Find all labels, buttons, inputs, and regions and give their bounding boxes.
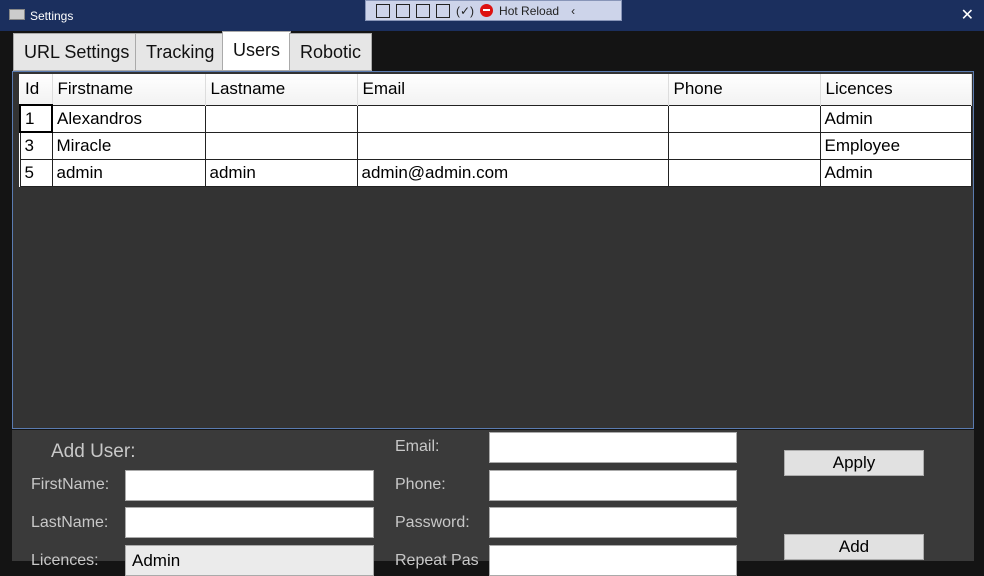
password-input[interactable] bbox=[489, 507, 737, 538]
tab-tracking[interactable]: Tracking bbox=[135, 33, 226, 71]
tab-robotic[interactable]: Robotic bbox=[289, 33, 373, 71]
close-button[interactable]: ✕ bbox=[961, 5, 974, 25]
repeat-password-label: Repeat Pas bbox=[395, 552, 479, 569]
firstname-label: FirstName: bbox=[31, 476, 110, 493]
tab-url-settings[interactable]: URL Settings bbox=[13, 33, 141, 71]
column-header-id[interactable]: Id bbox=[20, 74, 53, 105]
add-button[interactable]: Add bbox=[784, 534, 924, 560]
cell-lastname[interactable] bbox=[204, 131, 358, 160]
lastname-input[interactable] bbox=[125, 507, 374, 538]
track-focus-icon[interactable] bbox=[436, 3, 450, 18]
cell-licences[interactable]: Admin bbox=[819, 104, 972, 133]
window-title: Settings bbox=[30, 9, 74, 23]
email-label: Email: bbox=[395, 438, 440, 455]
licences-label: Licences: bbox=[31, 552, 99, 569]
cell-firstname[interactable]: Alexandros bbox=[51, 104, 206, 133]
table-row[interactable]: 5 admin admin admin@admin.com Admin bbox=[19, 158, 972, 187]
hot-reload-button[interactable]: Hot Reload bbox=[499, 4, 559, 18]
firstname-input[interactable] bbox=[125, 470, 374, 501]
binding-failures-icon[interactable]: (✓) bbox=[456, 4, 474, 18]
users-table: Id Firstname Lastname Email Phone Licenc… bbox=[19, 74, 972, 187]
tab-users[interactable]: Users bbox=[222, 31, 292, 71]
collapse-toolbar-button[interactable]: ‹ bbox=[571, 4, 575, 18]
cell-id[interactable]: 1 bbox=[19, 104, 53, 133]
hot-reload-icon bbox=[480, 4, 494, 17]
debug-toolbar: (✓) Hot Reload ‹ bbox=[365, 0, 622, 21]
cell-phone[interactable] bbox=[667, 158, 821, 187]
phone-input[interactable] bbox=[489, 470, 737, 501]
app-icon bbox=[9, 9, 25, 20]
add-user-panel: Add User: FirstName: LastName: Licences:… bbox=[12, 430, 974, 576]
add-user-heading: Add User: bbox=[51, 441, 136, 462]
cell-id[interactable]: 3 bbox=[19, 131, 53, 160]
phone-label: Phone: bbox=[395, 476, 446, 493]
live-tree-icon[interactable] bbox=[376, 3, 390, 18]
select-element-icon[interactable] bbox=[396, 3, 410, 18]
cell-email[interactable]: admin@admin.com bbox=[356, 158, 669, 187]
table-header: Id Firstname Lastname Email Phone Licenc… bbox=[20, 74, 972, 105]
cell-licences[interactable]: Employee bbox=[819, 131, 972, 160]
cell-lastname[interactable] bbox=[204, 104, 358, 133]
cell-phone[interactable] bbox=[667, 131, 821, 160]
cell-id[interactable]: 5 bbox=[19, 158, 53, 187]
password-label: Password: bbox=[395, 514, 470, 531]
cell-email[interactable] bbox=[356, 131, 669, 160]
column-header-email[interactable]: Email bbox=[357, 74, 669, 105]
cell-firstname[interactable]: admin bbox=[51, 158, 206, 187]
table-row[interactable]: 1 Alexandros Admin bbox=[19, 104, 972, 133]
cell-lastname[interactable]: admin bbox=[204, 158, 358, 187]
email-input[interactable] bbox=[489, 432, 737, 463]
apply-button[interactable]: Apply bbox=[784, 450, 924, 476]
table-row[interactable]: 3 Miracle Employee bbox=[19, 131, 972, 160]
column-header-lastname[interactable]: Lastname bbox=[205, 74, 358, 105]
cell-phone[interactable] bbox=[667, 104, 821, 133]
display-adorners-icon[interactable] bbox=[416, 3, 430, 18]
users-grid-panel: Id Firstname Lastname Email Phone Licenc… bbox=[12, 71, 974, 429]
cell-licences[interactable]: Admin bbox=[819, 158, 972, 187]
column-header-phone[interactable]: Phone bbox=[668, 74, 821, 105]
lastname-label: LastName: bbox=[31, 514, 109, 531]
column-header-licences[interactable]: Licences bbox=[820, 74, 972, 105]
column-header-firstname[interactable]: Firstname bbox=[52, 74, 206, 105]
cell-firstname[interactable]: Miracle bbox=[51, 131, 206, 160]
cell-email[interactable] bbox=[356, 104, 669, 133]
